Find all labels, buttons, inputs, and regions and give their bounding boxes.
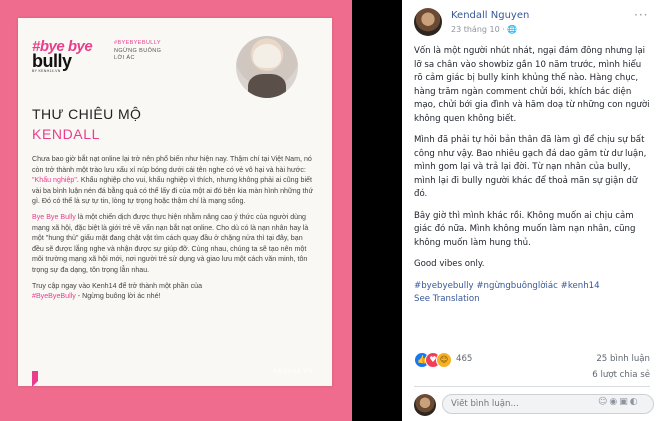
haha-reaction-icon: ☺ [436,352,452,368]
post-hashtags[interactable]: #byebyebully #ngừngbuônglờiác #kenh14 [414,280,650,294]
p2-highlight: Bye Bye Bully [32,212,76,221]
letter-title: THƯ CHIÊU MỘ [32,106,142,122]
p3-text-b: - Ngừng buông lời ác nhé! [75,292,161,301]
kendall-portrait [236,36,298,98]
tagline: #BYEBYEBULLY NGỪNG BUÔNG LỜI ÁC [114,40,184,63]
post-text: Vốn là một người nhút nhát, ngại đám đôn… [414,45,650,307]
post-photo[interactable]: #bye bye bully BY KENH14.VN #BYEBYEBULLY… [0,0,402,421]
emoji-icon[interactable]: ☺ [598,397,609,407]
bye-bye-bully-logo: #bye bye bully BY KENH14.VN [32,39,102,73]
post-paragraph-2: Mình đã phải tự hỏi bản thân đã làm gì đ… [414,135,647,199]
sticker-icon[interactable]: ◐ [630,397,640,407]
author-name[interactable]: Kendall Nguyen [451,10,529,21]
logo-line2: bully [32,51,72,71]
letter-paragraph-1: Chưa bao giờ bắt nạt online lại trở nên … [32,154,314,207]
divider [414,386,650,387]
commenter-avatar [414,394,436,416]
tagline-line3: LỜI ÁC [114,55,135,61]
letter-card: #bye bye bully BY KENH14.VN #BYEBYEBULLY… [18,18,332,387]
p1-highlight: "Khẩu nghiệp" [32,176,77,185]
author-avatar[interactable] [414,8,442,36]
p2-text-b: là một chiến dịch được thực hiện nhằm nâ… [32,212,309,274]
tagline-line2: NGỪNG BUÔNG [114,47,162,54]
tagline-hashtag: #BYEBYEBULLY [114,40,161,46]
see-translation-link[interactable]: See Translation [414,293,650,307]
post-paragraph-3: Bây giờ thì mình khác rồi. Không muốn ai… [414,210,636,248]
post-date[interactable]: 23 tháng 10 · 🌐 [451,25,517,34]
letter-paragraph-2: Bye Bye Bully là một chiến dịch được thự… [32,212,314,276]
post-paragraph-1: Vốn là một người nhút nhát, ngại đám đôn… [414,46,650,124]
gif-icon[interactable]: ▣ [619,397,630,407]
globe-icon: 🌐 [507,25,518,34]
p1-text-a: Chưa bao giờ bắt nạt online lại trở nên … [32,155,312,174]
letter-body: Chưa bao giờ bắt nạt online lại trở nên … [32,154,314,307]
p3-highlight: #ByeByeBully [32,292,76,301]
camera-icon[interactable]: ◉ [609,397,619,407]
shares-count[interactable]: 6 lượt chia sẻ [592,370,650,380]
more-options-icon[interactable]: ··· [634,8,648,22]
post-paragraph-4: Good vibes only. [414,259,485,269]
corner-mark [32,371,48,387]
site-label: KENH14.VN [274,369,313,375]
p3-text-a: Truy cập ngay vào Kenh14 để trở thành mộ… [32,281,203,290]
reaction-count: 465 [456,354,473,364]
letter-name: KENDALL [32,126,101,142]
letter-paragraph-3: Truy cập ngay vào Kenh14 để trở thành mộ… [32,281,314,302]
post-date-text: 23 tháng 10 · [451,25,508,34]
comments-count[interactable]: 25 bình luận [596,354,650,364]
comment-tools: ☺◉▣◐ [598,397,640,407]
post-panel: Kendall Nguyen 23 tháng 10 · 🌐 ··· Vốn l… [402,0,660,421]
